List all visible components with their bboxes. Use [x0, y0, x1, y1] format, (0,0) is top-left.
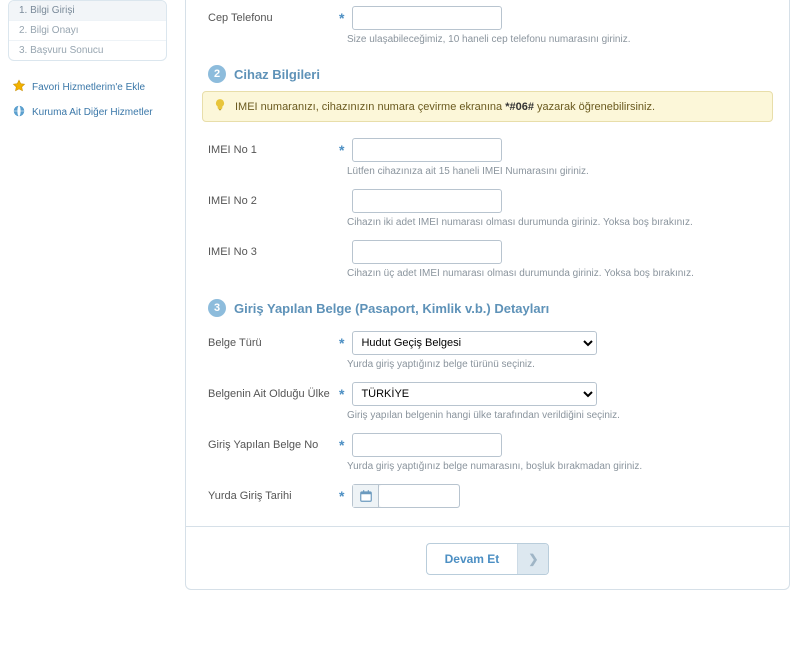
continue-button[interactable]: Devam Et ❯ — [426, 543, 550, 575]
doc-country-hint: Giriş yapılan belgenin hangi ülke tarafı… — [347, 410, 767, 421]
section-2-title: Cihaz Bilgileri — [234, 67, 320, 82]
calendar-icon[interactable] — [353, 485, 379, 507]
imei2-label: IMEI No 2 — [208, 189, 333, 207]
doc-no-hint: Yurda giriş yaptığınız belge numarasını,… — [347, 461, 767, 472]
continue-button-label: Devam Et — [427, 544, 518, 574]
required-icon: * — [339, 433, 346, 457]
doc-type-label: Belge Türü — [208, 331, 333, 349]
add-favorites-link[interactable]: Favori Hizmetlerim'e Ekle — [8, 75, 167, 100]
lightbulb-icon — [213, 98, 227, 115]
section-3-number: 3 — [208, 299, 226, 317]
phone-input[interactable] — [352, 6, 502, 30]
add-favorites-label: Favori Hizmetlerim'e Ekle — [32, 82, 145, 93]
required-icon: * — [339, 138, 346, 162]
required-icon: * — [339, 484, 346, 508]
sidebar-steps: 1. Bilgi Girişi 2. Bilgi Onayı 3. Başvur… — [8, 0, 167, 61]
imei-info-text: IMEI numaranızı, cihazınızın numara çevi… — [235, 101, 655, 113]
imei-info-band: IMEI numaranızı, cihazınızın numara çevi… — [202, 91, 773, 122]
doc-type-select[interactable]: Hudut Geçiş Belgesi — [352, 331, 597, 355]
imei3-label: IMEI No 3 — [208, 240, 333, 258]
doc-no-label: Giriş Yapılan Belge No — [208, 433, 333, 451]
chevron-right-icon: ❯ — [517, 544, 548, 574]
other-services-label: Kuruma Ait Diğer Hizmetler — [32, 107, 153, 118]
imei3-hint: Cihazın üç adet IMEI numarası olması dur… — [347, 268, 767, 279]
other-services-link[interactable]: Kuruma Ait Diğer Hizmetler — [8, 100, 167, 125]
required-icon: * — [339, 6, 346, 30]
entry-date-input[interactable] — [379, 485, 459, 507]
section-3-title: Giriş Yapılan Belge (Pasaport, Kimlik v.… — [234, 301, 549, 316]
sidebar-step-2[interactable]: 2. Bilgi Onayı — [9, 21, 166, 41]
imei1-hint: Lütfen cihazınıza ait 15 haneli IMEI Num… — [347, 166, 767, 177]
doc-country-label: Belgenin Ait Olduğu Ülke — [208, 382, 333, 400]
imei1-label: IMEI No 1 — [208, 138, 333, 156]
phone-label: Cep Telefonu — [208, 6, 333, 24]
star-icon — [12, 79, 26, 96]
imei3-input[interactable] — [352, 240, 502, 264]
sidebar-step-3[interactable]: 3. Başvuru Sonucu — [9, 41, 166, 60]
imei2-hint: Cihazın iki adet IMEI numarası olması du… — [347, 217, 767, 228]
sidebar-step-1[interactable]: 1. Bilgi Girişi — [9, 1, 166, 21]
imei2-input[interactable] — [352, 189, 502, 213]
doc-country-select[interactable]: TÜRKİYE — [352, 382, 597, 406]
doc-no-input[interactable] — [352, 433, 502, 457]
entry-date-label: Yurda Giriş Tarihi — [208, 484, 333, 502]
globe-icon — [12, 104, 26, 121]
required-icon: * — [339, 331, 346, 355]
imei1-input[interactable] — [352, 138, 502, 162]
phone-hint: Size ulaşabileceğimiz, 10 haneli cep tel… — [347, 34, 767, 45]
section-2-number: 2 — [208, 65, 226, 83]
required-icon: * — [339, 382, 346, 406]
doc-type-hint: Yurda giriş yaptığınız belge türünü seçi… — [347, 359, 767, 370]
form-panel: Cep Telefonu * Size ulaşabileceğimiz, 10… — [185, 0, 790, 590]
